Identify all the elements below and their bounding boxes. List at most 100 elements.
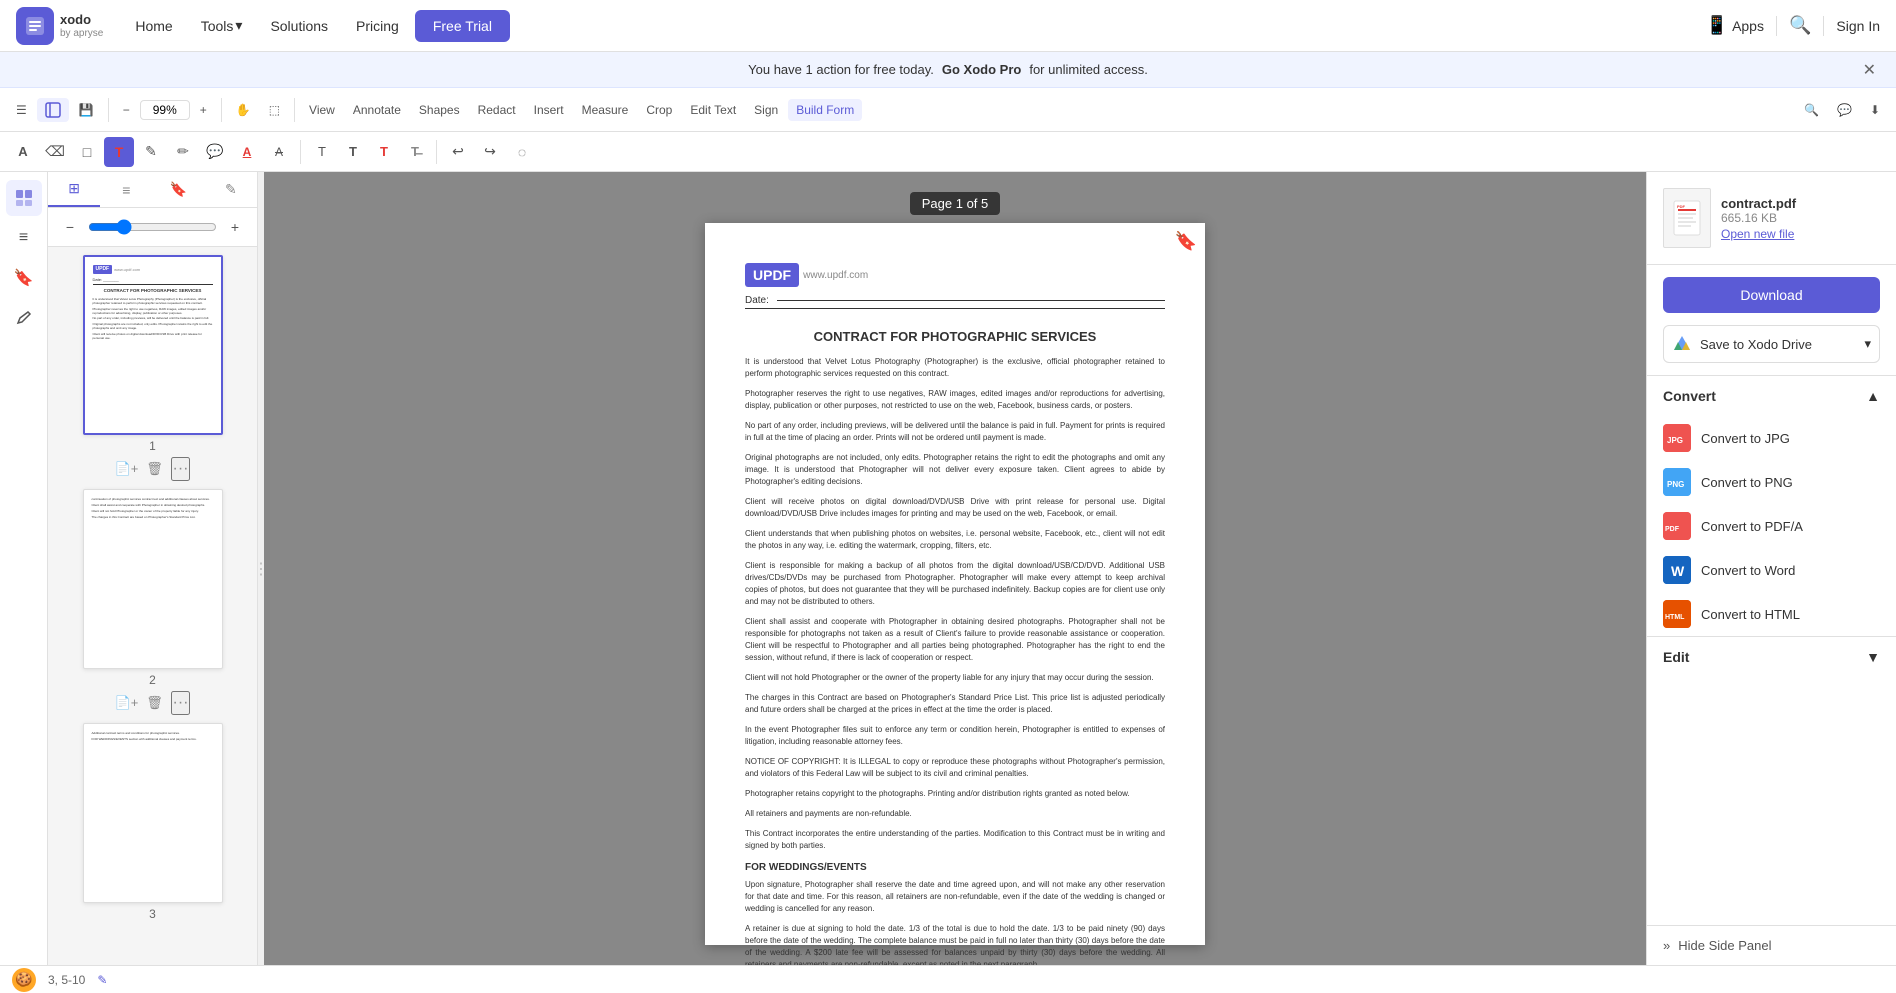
tab-list[interactable]: ≡: [100, 172, 152, 207]
banner-close-button[interactable]: ✕: [1863, 60, 1876, 80]
thumb-delete-button[interactable]: 🗑: [143, 457, 167, 481]
thumbnail-item-3[interactable]: Additional contract terms and conditions…: [83, 723, 223, 921]
thumb-more-button[interactable]: ···: [171, 457, 191, 481]
thumb-add-page-button-2[interactable]: 📄+: [115, 691, 139, 715]
convert-to-jpg[interactable]: JPG Convert to JPG: [1647, 416, 1896, 460]
edit-section-title: Edit: [1663, 649, 1689, 665]
tab-annotation[interactable]: ✎: [205, 172, 257, 207]
convert-word-label: Convert to Word: [1701, 563, 1795, 578]
save-btn-label: Save to Xodo Drive: [1700, 337, 1812, 352]
convert-html-label: Convert to HTML: [1701, 607, 1800, 622]
panel-toggle-button[interactable]: [37, 98, 69, 122]
text-field-button[interactable]: T: [104, 137, 134, 167]
save-cloud-button[interactable]: 💾: [71, 99, 102, 121]
convert-to-pdfa[interactable]: PDF Convert to PDF/A: [1647, 504, 1896, 548]
text-color-button[interactable]: A: [232, 137, 262, 167]
status-edit-icon[interactable]: ✎: [97, 973, 107, 987]
sidebar-thumbnail-icon[interactable]: [6, 180, 42, 216]
thumbnail-panel: ⊞ ≡ 🔖 ✎ − + UPDF www.updf.com Date: ____…: [48, 172, 258, 965]
text-erase-button[interactable]: ⌫: [40, 137, 70, 167]
text-plain-button[interactable]: T: [307, 137, 337, 167]
page-nav-text: Page 1 of 5: [922, 196, 989, 211]
sign-in-button[interactable]: Sign In: [1836, 18, 1880, 34]
text-strikethrough-button[interactable]: A: [264, 137, 294, 167]
sidebar-annotation-icon[interactable]: [6, 300, 42, 336]
search-icon[interactable]: 🔍: [1789, 15, 1811, 36]
nav-right: 📱 Apps 🔍 Sign In: [1706, 15, 1880, 36]
thumbnail-item-2[interactable]: continuation of photographic services co…: [83, 489, 223, 715]
bookmark-icon[interactable]: 🔖: [1175, 231, 1197, 252]
text-strikethrough-alt-button[interactable]: T̶: [400, 137, 430, 167]
comment-add-button[interactable]: 💬: [200, 137, 230, 167]
sidebar-list-icon[interactable]: ≡: [6, 220, 42, 256]
nav-solutions[interactable]: Solutions: [258, 12, 340, 40]
thumb-add-page-button[interactable]: 📄+: [115, 457, 139, 481]
edit-section-header[interactable]: Edit ▼: [1647, 637, 1896, 677]
highlight-button[interactable]: ✎: [136, 137, 166, 167]
undo-button[interactable]: ↩: [443, 137, 473, 167]
pdf-para-14: All retainers and payments are non-refun…: [745, 808, 1165, 820]
tab-bookmark[interactable]: 🔖: [153, 172, 205, 207]
redo-button[interactable]: ↪: [475, 137, 505, 167]
find-button[interactable]: 🔍: [1796, 99, 1827, 121]
nav-home[interactable]: Home: [123, 12, 184, 40]
convert-to-word[interactable]: W Convert to Word: [1647, 548, 1896, 592]
text-bold-button[interactable]: T: [338, 137, 368, 167]
thumb-delete-button-2[interactable]: 🗑: [143, 691, 167, 715]
pencil-button[interactable]: ✏: [168, 137, 198, 167]
sign-button[interactable]: Sign: [746, 99, 786, 121]
cookie-icon[interactable]: 🍪: [12, 968, 36, 992]
thumb-zoom-plus[interactable]: +: [221, 212, 249, 242]
view-button[interactable]: View: [301, 99, 343, 121]
thumb-more-button-2[interactable]: ···: [171, 691, 191, 715]
convert-to-png[interactable]: PNG Convert to PNG: [1647, 460, 1896, 504]
convert-section: Convert ▲ JPG Convert to JPG PNG Convert…: [1647, 375, 1896, 636]
edit-text-button[interactable]: Edit Text: [682, 99, 744, 121]
shapes-button[interactable]: Shapes: [411, 99, 468, 121]
sidebar-bookmark-icon[interactable]: 🔖: [6, 260, 42, 296]
convert-section-header[interactable]: Convert ▲: [1647, 376, 1896, 416]
convert-to-html[interactable]: HTML Convert to HTML: [1647, 592, 1896, 636]
thumbnail-list: UPDF www.updf.com Date: _______ CONTRACT…: [48, 247, 257, 965]
zoom-in-button[interactable]: +: [192, 99, 215, 121]
measure-button[interactable]: Measure: [574, 99, 637, 121]
hide-sidebar-button[interactable]: » Hide Side Panel: [1647, 925, 1896, 965]
thumbnail-item-1[interactable]: UPDF www.updf.com Date: _______ CONTRACT…: [83, 255, 223, 481]
open-new-file-link[interactable]: Open new file: [1721, 227, 1796, 241]
download-button[interactable]: Download: [1663, 277, 1880, 313]
pdf-para-2: Photographer reserves the right to use n…: [745, 388, 1165, 412]
hand-tool-button[interactable]: ✋: [228, 99, 259, 121]
page-navigation: Page 1 of 5: [910, 192, 1001, 215]
nav-tools[interactable]: Tools ▾: [189, 11, 255, 40]
pdf-logo-text: UPDF: [745, 263, 799, 287]
zoom-out-button[interactable]: −: [115, 99, 138, 121]
file-info: PDF contract.pdf 665.16 KB Open new file: [1647, 172, 1896, 265]
menu-button[interactable]: ☰: [8, 99, 35, 121]
logo[interactable]: xodo by apryse: [16, 7, 103, 45]
annotate-button[interactable]: Annotate: [345, 99, 409, 121]
rect-button[interactable]: □: [72, 137, 102, 167]
zoom-input[interactable]: [140, 100, 190, 120]
nav-divider-2: [1823, 16, 1824, 36]
insert-button[interactable]: Insert: [526, 99, 572, 121]
pdf-para-11: In the event Photographer files suit to …: [745, 724, 1165, 748]
banner-bold-text[interactable]: Go Xodo Pro: [942, 62, 1021, 77]
nav-pricing[interactable]: Pricing: [344, 12, 411, 40]
download-toolbar-button[interactable]: ⬇: [1862, 99, 1888, 121]
text-color-alt-button[interactable]: T: [369, 137, 399, 167]
nav-apps[interactable]: 📱 Apps: [1706, 15, 1764, 36]
text-style-button[interactable]: A: [8, 137, 38, 167]
save-to-drive-button[interactable]: Save to Xodo Drive ▾: [1663, 325, 1880, 363]
redact-button[interactable]: Redact: [470, 99, 524, 121]
tab-thumbnails[interactable]: ⊞: [48, 172, 100, 207]
pdf-para-13: Photographer retains copyright to the ph…: [745, 788, 1165, 800]
selection-tool-button[interactable]: ⬚: [261, 99, 288, 121]
thumb-zoom-slider[interactable]: [88, 219, 217, 235]
comment-button[interactable]: 💬: [1829, 99, 1860, 121]
thumb-zoom-minus[interactable]: −: [56, 212, 84, 242]
erase-all-button[interactable]: ◌: [507, 137, 537, 167]
build-form-button[interactable]: Build Form: [788, 99, 862, 121]
free-trial-button[interactable]: Free Trial: [415, 10, 510, 42]
pdf-viewer-area[interactable]: Page 1 of 5 🔖 UPDF www.updf.com Date: CO…: [264, 172, 1646, 965]
crop-button[interactable]: Crop: [638, 99, 680, 121]
